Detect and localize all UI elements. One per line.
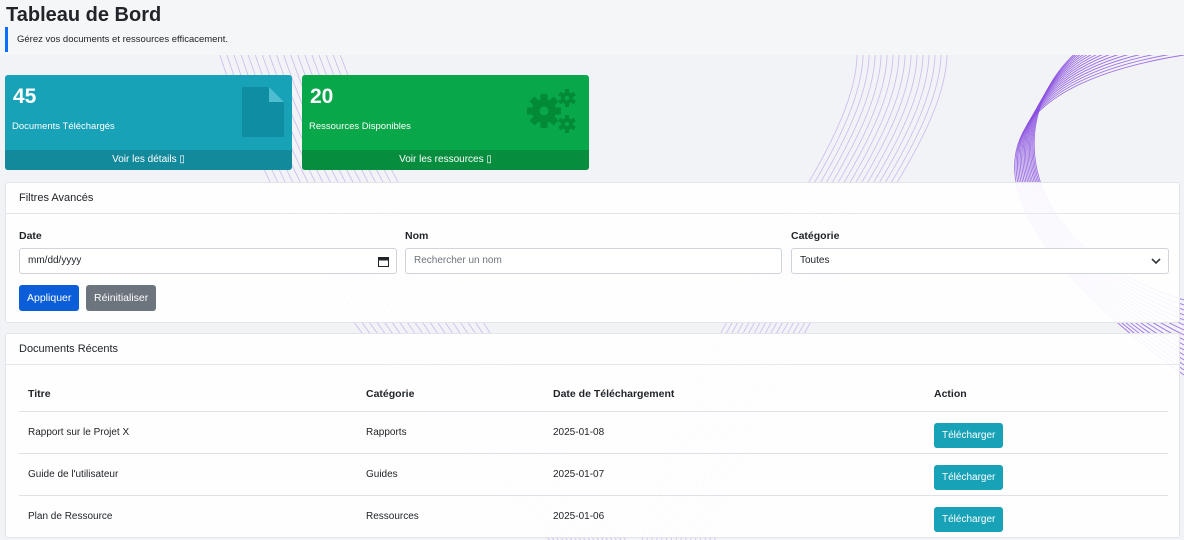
reset-button[interactable]: Réinitialiser bbox=[86, 285, 157, 311]
download-button[interactable]: Télécharger bbox=[934, 464, 1004, 490]
stat-resources-link[interactable]: Voir les ressources ▯ bbox=[302, 150, 589, 170]
chevron-down-icon bbox=[1151, 258, 1161, 265]
table-row: Guide de l'utilisateur Guides 2025-01-07… bbox=[19, 453, 1168, 496]
name-search-input[interactable]: Rechercher un nom bbox=[405, 248, 782, 274]
recent-documents-panel: Documents Récents Titre Catégorie Date d… bbox=[5, 333, 1180, 538]
page-subtitle: Gérez vos documents et ressources effica… bbox=[5, 27, 228, 52]
cell-date: 2025-01-08 bbox=[544, 411, 925, 454]
date-field[interactable]: mm/dd/yyyy bbox=[19, 248, 397, 274]
page-title: Tableau de Bord bbox=[6, 4, 162, 26]
cell-title: Rapport sur le Projet X bbox=[19, 411, 357, 454]
filters-panel: Filtres Avancés Date mm/dd/yyyy Nom Rech… bbox=[5, 182, 1180, 323]
cell-title: Guide de l'utilisateur bbox=[19, 453, 357, 496]
stat-count: 20 bbox=[310, 85, 334, 108]
stat-card-documents: 45 Documents Téléchargés Voir les détail… bbox=[5, 75, 292, 170]
cell-category: Guides bbox=[357, 453, 544, 496]
gears-icon bbox=[527, 89, 576, 133]
table-row: Plan de Ressource Ressources 2025-01-06 … bbox=[19, 495, 1168, 537]
download-button[interactable]: Télécharger bbox=[934, 422, 1004, 448]
stat-label: Ressources Disponibles bbox=[309, 121, 411, 132]
column-header-action: Action bbox=[925, 378, 1168, 412]
apply-button[interactable]: Appliquer bbox=[19, 285, 80, 311]
filters-heading: Filtres Avancés bbox=[6, 183, 1179, 214]
date-placeholder: mm/dd/yyyy bbox=[28, 255, 82, 266]
cell-action: Télécharger bbox=[925, 411, 1168, 454]
category-selected-value: Toutes bbox=[800, 255, 830, 266]
cell-date: 2025-01-06 bbox=[553, 510, 605, 522]
category-select[interactable]: Toutes bbox=[791, 248, 1169, 274]
stat-card-resources: 20 Ressources Disponibles Voir les resso… bbox=[302, 75, 589, 170]
name-label: Nom bbox=[405, 230, 429, 242]
date-label: Date bbox=[19, 230, 42, 242]
stat-count: 45 bbox=[13, 85, 37, 108]
cell-action: Télécharger bbox=[925, 495, 1168, 537]
column-header-category: Catégorie bbox=[357, 378, 544, 412]
cell-category: Ressources bbox=[366, 510, 419, 522]
stat-details-link[interactable]: Voir les détails ▯ bbox=[5, 150, 292, 170]
cell-date: 2025-01-07 bbox=[544, 453, 925, 496]
category-label: Catégorie bbox=[791, 230, 840, 242]
table-header-row: Titre Catégorie Date de Téléchargement A… bbox=[19, 378, 1168, 412]
cell-category: Rapports bbox=[357, 411, 544, 454]
download-button[interactable]: Télécharger bbox=[934, 506, 1004, 532]
table-row: Rapport sur le Projet X Rapports 2025-01… bbox=[19, 411, 1168, 454]
stat-label: Documents Téléchargés bbox=[12, 121, 115, 132]
calendar-icon[interactable] bbox=[378, 256, 389, 267]
cell-action: Télécharger bbox=[925, 453, 1168, 496]
column-header-title: Titre bbox=[19, 378, 357, 412]
document-icon bbox=[242, 87, 284, 137]
documents-table: Titre Catégorie Date de Téléchargement A… bbox=[19, 378, 1168, 537]
recent-heading: Documents Récents bbox=[6, 334, 1179, 365]
column-header-date: Date de Téléchargement bbox=[544, 378, 925, 412]
cell-title: Plan de Ressource bbox=[28, 510, 113, 522]
